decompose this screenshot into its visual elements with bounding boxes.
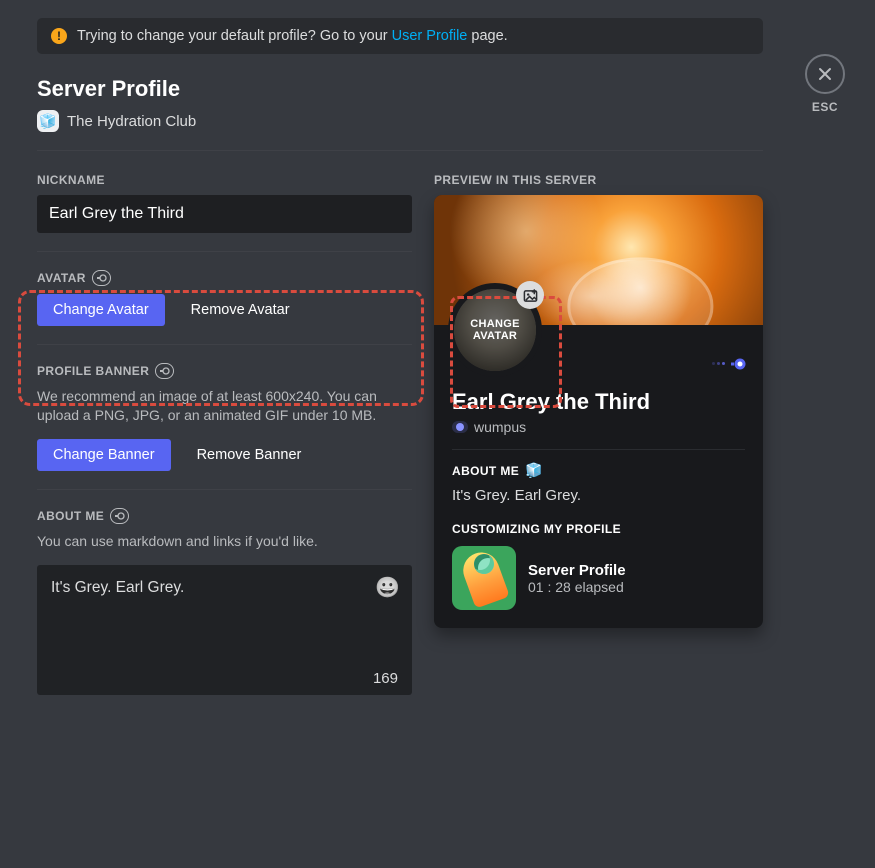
activity-elapsed: 01 : 28 elapsed [528, 579, 626, 595]
preview-about-text: It's Grey. Earl Grey. [452, 487, 745, 504]
char-count: 169 [373, 670, 398, 687]
remove-avatar-button[interactable]: Remove Avatar [173, 294, 308, 326]
about-me-label: About Me [37, 509, 104, 523]
about-help-text: You can use markdown and links if you'd … [37, 532, 412, 551]
profile-banner-label: Profile Banner [37, 364, 149, 378]
preview-username: wumpus [474, 419, 526, 435]
preview-label: Preview in this Server [434, 173, 763, 187]
server-icon-small: 🧊 [525, 462, 543, 479]
notice-text-post: page. [467, 28, 507, 44]
esc-label: ESC [805, 100, 845, 114]
notice-text-pre: Trying to change your default profile? G… [77, 28, 392, 44]
nickname-input[interactable] [37, 195, 412, 233]
user-profile-link[interactable]: User Profile [392, 28, 468, 44]
change-avatar-button[interactable]: Change Avatar [37, 294, 165, 326]
username-icon [452, 421, 468, 433]
nitro-icon [155, 363, 174, 379]
page-title: Server Profile [37, 76, 763, 102]
close-button[interactable] [805, 54, 845, 94]
close-icon [817, 66, 833, 82]
avatar-label: Avatar [37, 271, 86, 285]
nitro-badge [712, 355, 747, 373]
change-banner-button[interactable]: Change Banner [37, 439, 171, 471]
profile-preview-card: CHANGEAVATAR Earl Grey the Third wump [434, 195, 763, 628]
activity-title: Server Profile [528, 562, 626, 579]
warning-icon: ! [51, 28, 67, 44]
remove-banner-button[interactable]: Remove Banner [179, 439, 320, 471]
about-me-text: It's Grey. Earl Grey. [51, 579, 398, 597]
nickname-label: Nickname [37, 173, 412, 187]
preview-display-name: Earl Grey the Third [452, 389, 745, 415]
activity-icon [452, 546, 516, 610]
about-me-input[interactable]: It's Grey. Earl Grey. 😀 169 [37, 565, 412, 695]
preview-activity-heading: Customizing My Profile [452, 522, 745, 536]
emoji-picker-button[interactable]: 😀 [375, 575, 400, 600]
notice-banner: ! Trying to change your default profile?… [37, 18, 763, 54]
preview-about-heading: About Me [452, 464, 519, 478]
upload-avatar-chip[interactable] [516, 281, 544, 309]
nitro-icon [92, 270, 111, 286]
upload-image-icon [523, 288, 538, 303]
server-icon: 🧊 [37, 110, 59, 132]
change-avatar-overlay: CHANGEAVATAR [470, 318, 519, 342]
server-name: The Hydration Club [67, 113, 196, 130]
nitro-icon [110, 508, 129, 524]
banner-help-text: We recommend an image of at least 600x24… [37, 387, 412, 425]
